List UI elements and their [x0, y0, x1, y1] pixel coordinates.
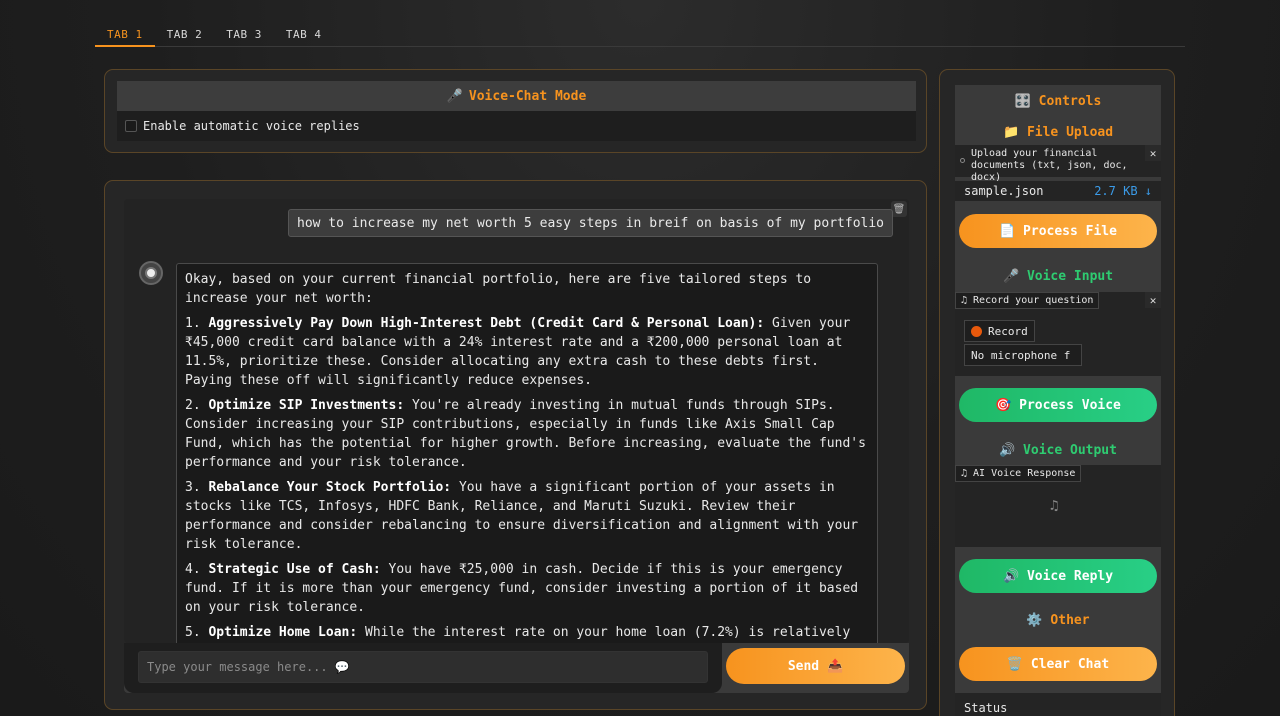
auto-voice-checkbox[interactable]	[125, 120, 137, 132]
input-row: Send 📤	[124, 643, 909, 693]
process-file-button[interactable]: 📄 Process File	[959, 214, 1157, 248]
list-item: 4. Strategic Use of Cash: You have ₹25,0…	[185, 562, 859, 615]
voice-input-title: 🎤 Voice Input	[1002, 268, 1114, 284]
chat-panel: 🗑 how to increase my net worth 5 easy st…	[104, 180, 927, 710]
bot-intro: Okay, based on your current financial po…	[185, 272, 812, 306]
uploaded-file[interactable]: sample.json 2.7 KB ↓	[955, 181, 1161, 201]
avatar-icon	[145, 267, 157, 279]
record-button[interactable]: Record	[964, 320, 1035, 342]
list-item: 1. Aggressively Pay Down High-Interest D…	[185, 316, 851, 388]
music-note-icon: ♫	[1050, 498, 1059, 514]
voice-chat-panel: 🎤 Voice-Chat Mode Enable automatic voice…	[104, 69, 927, 153]
other-title: ⚙️ Other	[1026, 612, 1090, 628]
controls-inner: 🎛️ Controls 📁 File Upload Upload your fi…	[955, 85, 1161, 716]
voice-output-title: 🔊 Voice Output	[999, 442, 1117, 458]
list-item: 2. Optimize SIP Investments: You're alre…	[185, 398, 866, 470]
trash-icon[interactable]: 🗑	[891, 201, 907, 217]
tab-bar: TAB 1 TAB 2 TAB 3 TAB 4	[95, 22, 1185, 47]
auto-voice-label: Enable automatic voice replies	[143, 119, 360, 133]
status-label: Status	[964, 701, 1008, 715]
microphone-icon: 🎤	[446, 88, 463, 104]
microphone-select[interactable]: No microphone f	[964, 344, 1082, 366]
status-box: Status	[955, 693, 1161, 716]
chat-history[interactable]: 🗑 how to increase my net worth 5 easy st…	[124, 199, 909, 643]
message-input[interactable]	[138, 651, 708, 683]
voice-reply-toggle-row[interactable]: Enable automatic voice replies	[117, 111, 916, 141]
upload-icon	[960, 158, 965, 163]
voice-output-box: ♫ AI Voice Response ♫	[955, 465, 1161, 547]
tab-3[interactable]: TAB 3	[214, 22, 274, 47]
file-upload-title: 📁 File Upload	[1002, 124, 1114, 140]
voice-chat-header: 🎤 Voice-Chat Mode	[117, 81, 916, 111]
voice-chat-title: Voice-Chat Mode	[468, 88, 587, 104]
controls-title: 🎛️ Controls	[1014, 93, 1102, 109]
close-icon[interactable]: ✕	[1145, 292, 1161, 308]
record-dot-icon	[971, 325, 982, 337]
file-name: sample.json	[964, 184, 1044, 198]
tab-4[interactable]: TAB 4	[274, 22, 334, 47]
upload-label: Upload your financial documents (txt, js…	[971, 148, 1128, 183]
tab-1[interactable]: TAB 1	[95, 22, 155, 47]
ai-voice-label: ♫ AI Voice Response	[955, 465, 1082, 482]
record-question-label: ♫ Record your question	[955, 292, 1100, 309]
upload-dropzone[interactable]: Upload your financial documents (txt, js…	[955, 145, 1161, 183]
clear-chat-button[interactable]: 🗑️ Clear Chat	[959, 647, 1157, 681]
input-wrapper	[124, 643, 722, 693]
send-button[interactable]: Send 📤	[726, 648, 905, 684]
tab-2[interactable]: TAB 2	[155, 22, 215, 47]
record-button-label: Record	[988, 324, 1028, 338]
close-icon[interactable]: ✕	[1145, 145, 1161, 161]
user-message: how to increase my net worth 5 easy step…	[288, 209, 893, 237]
bot-avatar	[139, 261, 163, 285]
voice-reply-button[interactable]: 🔊 Voice Reply	[959, 559, 1157, 593]
list-item: 3. Rebalance Your Stock Portfolio: You h…	[185, 480, 859, 552]
process-voice-button[interactable]: 🎯 Process Voice	[959, 388, 1157, 422]
file-size[interactable]: 2.7 KB ↓	[1094, 184, 1152, 198]
bot-message: Okay, based on your current financial po…	[176, 263, 878, 643]
list-item: 5. Optimize Home Loan: While the interes…	[185, 625, 851, 640]
controls-panel: 🎛️ Controls 📁 File Upload Upload your fi…	[939, 69, 1175, 716]
voice-input-box: ♫ Record your question ✕ Record No micro…	[955, 292, 1161, 376]
